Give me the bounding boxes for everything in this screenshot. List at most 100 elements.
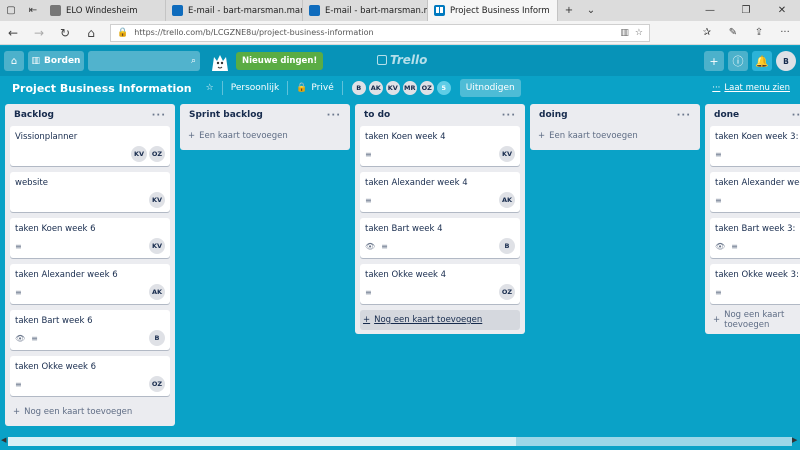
list-menu-icon[interactable]: ··· — [792, 110, 800, 121]
list-header[interactable]: Backlog ··· — [10, 104, 170, 126]
card-member-avatar[interactable]: B — [149, 330, 165, 346]
card[interactable]: Vissionplanner KV OZ — [10, 126, 170, 166]
share-icon[interactable]: ⇪ — [748, 27, 770, 38]
member-avatar[interactable]: OZ — [418, 80, 435, 96]
browser-tab-4[interactable]: Project Business Inform ✕ — [428, 0, 558, 21]
maximize-icon[interactable]: ❐ — [728, 5, 764, 16]
taco-mascot-icon[interactable] — [208, 49, 232, 73]
card[interactable]: taken Okke week 4 ≡ OZ — [360, 264, 520, 304]
list-menu-icon[interactable]: ··· — [327, 110, 341, 121]
card-member-avatar[interactable]: KV — [149, 238, 165, 254]
card-member-avatar[interactable]: KV — [131, 146, 147, 162]
scrollbar-thumb[interactable] — [8, 437, 516, 446]
card[interactable]: taken Koen week 3: ≡ — [710, 126, 800, 166]
new-tab-icon[interactable]: + — [558, 0, 580, 21]
add-card-button[interactable]: + Nog een kaart toevoegen — [710, 310, 800, 330]
search-input[interactable] — [88, 56, 191, 66]
browser-tab-2[interactable]: E-mail - bart-marsman.mar — [166, 0, 303, 21]
board-title[interactable]: Project Business Information — [12, 82, 192, 95]
card-member-avatar[interactable]: AK — [149, 284, 165, 300]
horizontal-scrollbar[interactable]: ◀ ▶ — [0, 434, 800, 450]
scroll-right-icon[interactable]: ▶ — [792, 436, 797, 444]
card[interactable]: taken Alexander week ≡ — [710, 172, 800, 212]
card[interactable]: taken Okke week 6 ≡ OZ — [10, 356, 170, 396]
chevron-down-icon[interactable]: ⌄ — [580, 0, 602, 21]
tab-back-icon[interactable]: ⇤ — [22, 0, 44, 21]
card[interactable]: taken Alexander week 4 ≡ AK — [360, 172, 520, 212]
new-things-button[interactable]: Nieuwe dingen! — [236, 52, 324, 70]
card-member-avatar[interactable]: KV — [499, 146, 515, 162]
card[interactable]: website KV — [10, 172, 170, 212]
card-member-avatar[interactable]: B — [499, 238, 515, 254]
more-icon[interactable]: ··· — [774, 27, 796, 38]
card-member-avatar[interactable]: OZ — [499, 284, 515, 300]
card-member-avatar[interactable]: KV — [149, 192, 165, 208]
browser-tab-1[interactable]: ELO Windesheim — [44, 0, 166, 21]
close-window-icon[interactable]: ✕ — [764, 5, 800, 16]
search-box[interactable]: ⌕ — [88, 51, 200, 71]
forward-icon[interactable]: → — [26, 26, 52, 40]
card-member-avatar[interactable]: OZ — [149, 376, 165, 392]
list-title[interactable]: to do — [364, 110, 390, 120]
member-avatar[interactable]: KV — [384, 80, 401, 96]
member-avatar[interactable]: B — [350, 80, 367, 96]
card-member-avatar[interactable]: AK — [499, 192, 515, 208]
card[interactable]: taken Bart week 4 👁 ≡ B — [360, 218, 520, 258]
list-menu-icon[interactable]: ··· — [677, 110, 691, 121]
list-header[interactable]: to do ··· — [360, 104, 520, 126]
card-members: KV OZ — [131, 146, 165, 162]
minimize-icon[interactable]: — — [692, 5, 728, 16]
list-doing: doing ··· + Een kaart toevoegen — [530, 104, 700, 150]
card-members: B — [149, 330, 165, 346]
boards-button[interactable]: ▥ Borden — [28, 51, 84, 71]
list-title[interactable]: Backlog — [14, 110, 54, 120]
card[interactable]: taken Koen week 6 ≡ KV — [10, 218, 170, 258]
home-icon[interactable]: ⌂ — [78, 26, 104, 40]
user-avatar[interactable]: B — [776, 51, 796, 71]
address-bar[interactable]: 🔒 https://trello.com/b/LCGZNE8u/project-… — [110, 23, 650, 42]
card[interactable]: taken Koen week 4 ≡ KV — [360, 126, 520, 166]
back-icon[interactable]: ← — [0, 26, 26, 40]
privacy-button[interactable]: 🔒 Privé — [296, 83, 334, 93]
browser-tab-3[interactable]: E-mail - bart-marsman.mar — [303, 0, 428, 21]
pen-icon[interactable]: ✎ — [722, 27, 744, 38]
home-button[interactable]: ⌂ — [4, 51, 24, 71]
notifications-button[interactable]: 🔔 — [752, 51, 772, 71]
scroll-left-icon[interactable]: ◀ — [1, 436, 6, 444]
list-title[interactable]: doing — [539, 110, 568, 120]
card-title: taken Okke week 4 — [365, 270, 447, 280]
card[interactable]: taken Bart week 6 👁 ≡ B — [10, 310, 170, 350]
list-menu-icon[interactable]: ··· — [502, 110, 516, 121]
card[interactable]: taken Alexander week 6 ≡ AK — [10, 264, 170, 304]
create-button[interactable]: + — [704, 51, 724, 71]
list-header[interactable]: doing ··· — [535, 104, 695, 126]
list-header[interactable]: Sprint backlog ··· — [185, 104, 345, 126]
show-menu-label: Laat menu zien — [724, 83, 790, 93]
card-member-avatar[interactable]: OZ — [149, 146, 165, 162]
list-title[interactable]: done — [714, 110, 739, 120]
add-card-button[interactable]: + Nog een kaart toevoegen — [360, 310, 520, 330]
add-card-button[interactable]: + Een kaart toevoegen — [185, 126, 345, 146]
add-card-button[interactable]: + Nog een kaart toevoegen — [10, 402, 170, 422]
list-title[interactable]: Sprint backlog — [189, 110, 263, 120]
add-card-button[interactable]: + Een kaart toevoegen — [535, 126, 695, 146]
star-board-button[interactable]: ☆ — [206, 83, 214, 93]
team-visibility-button[interactable]: Persoonlijk — [231, 83, 279, 93]
card[interactable]: taken Okke week 3: ≡ — [710, 264, 800, 304]
invite-button[interactable]: Uitnodigen — [459, 79, 521, 97]
member-avatar[interactable]: AK — [367, 80, 384, 96]
favorite-star-icon[interactable]: ☆ — [635, 28, 643, 38]
refresh-icon[interactable]: ↻ — [52, 26, 78, 40]
info-button[interactable]: ⓘ — [728, 51, 748, 71]
favorites-hub-icon[interactable]: ✰ — [696, 27, 718, 38]
tab-actions-icon[interactable]: ▢ — [0, 0, 22, 21]
show-menu-button[interactable]: ··· Laat menu zien — [712, 83, 790, 93]
card-footer: KV — [15, 192, 165, 208]
member-avatar[interactable]: MR — [401, 80, 418, 96]
list-menu-icon[interactable]: ··· — [152, 110, 166, 121]
card[interactable]: taken Bart week 3: 👁 ≡ — [710, 218, 800, 258]
trello-logo[interactable]: Trello — [377, 53, 427, 67]
list-header[interactable]: done ··· — [710, 104, 800, 126]
reading-view-icon[interactable]: ▥ — [620, 28, 629, 38]
more-members-badge[interactable]: 5 — [435, 80, 452, 96]
